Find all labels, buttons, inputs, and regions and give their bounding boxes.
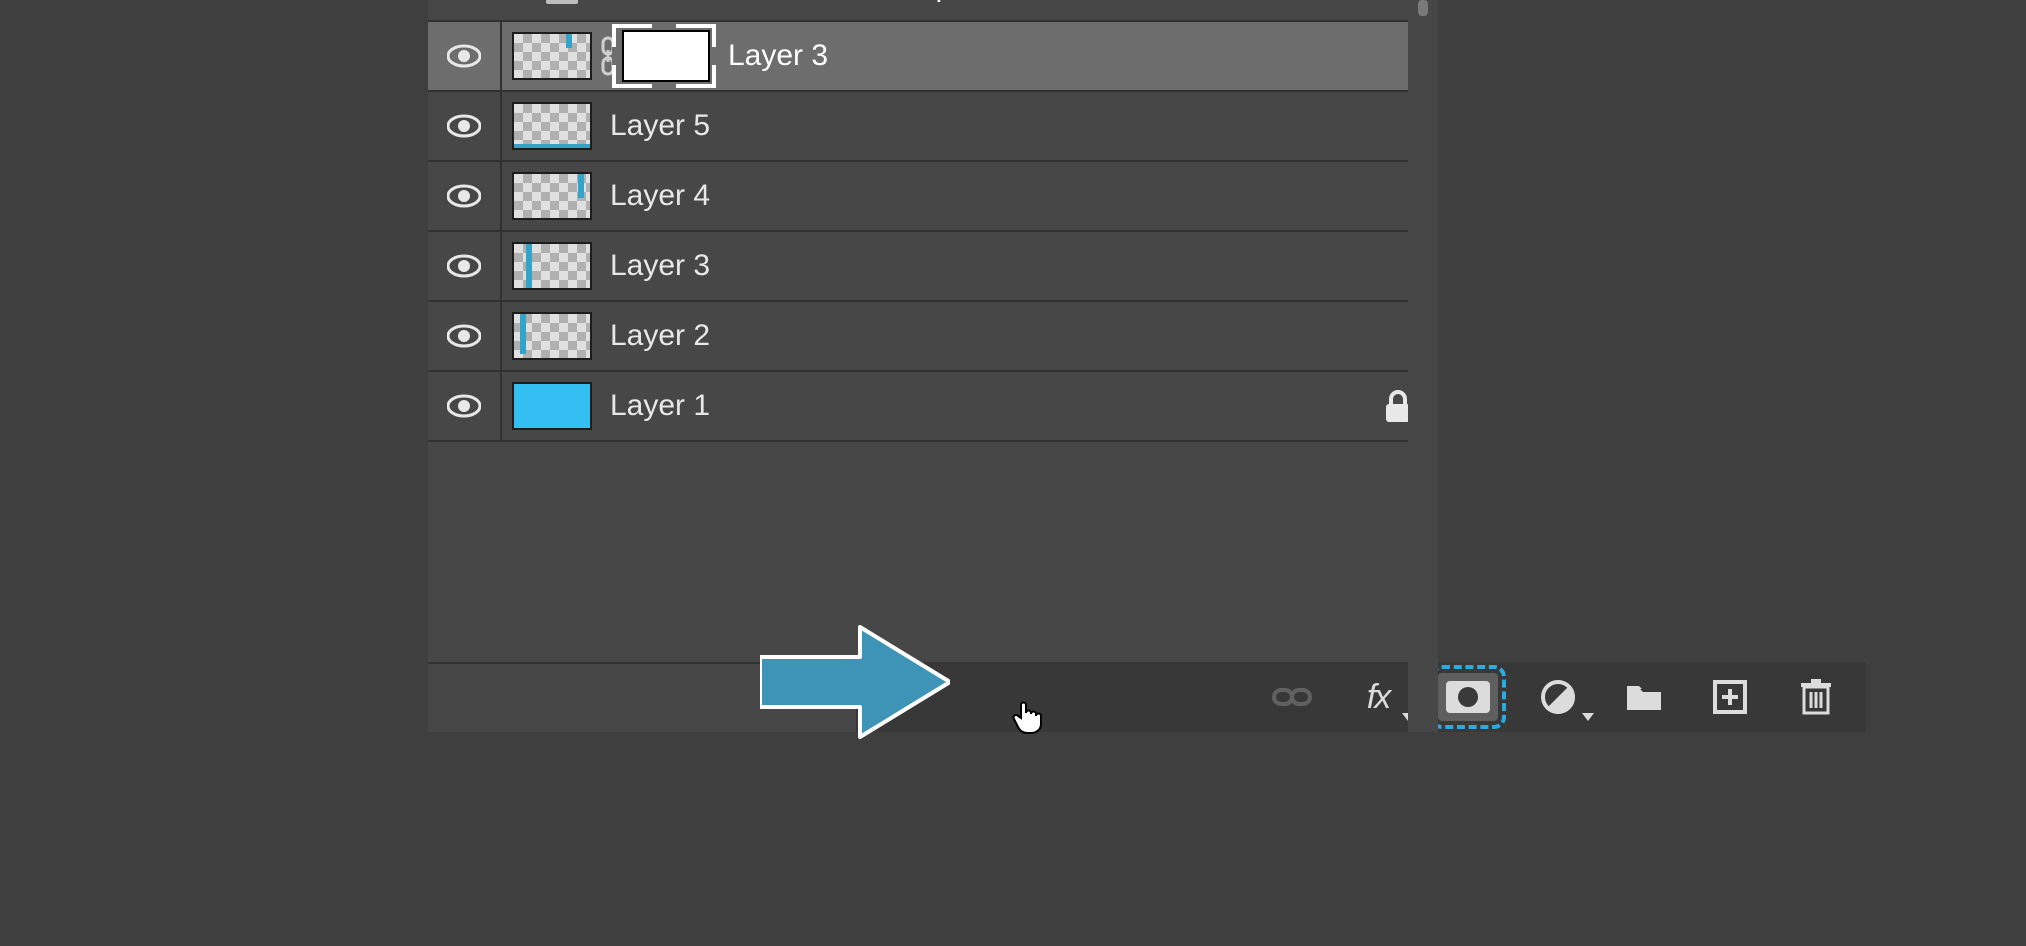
layers-panel-scrollbar[interactable] xyxy=(1408,0,1438,732)
layer-name[interactable]: Layer 4 xyxy=(610,179,1438,213)
layer-name[interactable]: Layer 1 xyxy=(610,389,1384,423)
trash-icon xyxy=(1800,679,1832,715)
fx-label: fx xyxy=(1367,678,1389,717)
link-icon xyxy=(1272,682,1312,712)
visibility-toggle[interactable] xyxy=(428,254,500,278)
layer-name[interactable]: Layer 3 xyxy=(728,39,1438,73)
layer-row-3[interactable]: Layer 3 xyxy=(428,232,1438,302)
visibility-toggle[interactable] xyxy=(428,184,500,208)
eye-icon xyxy=(447,114,481,138)
visibility-toggle[interactable] xyxy=(428,394,500,418)
layers-panel-toolbar: fx xyxy=(856,662,1866,732)
layers-panel: Introducción a Photoshop xyxy=(428,0,1438,732)
visibility-toggle[interactable] xyxy=(428,324,500,348)
layer-name[interactable]: Layer 2 xyxy=(610,319,1438,353)
layer-effects-button[interactable]: fx xyxy=(1352,671,1404,723)
eye-icon xyxy=(447,184,481,208)
new-group-button[interactable] xyxy=(1618,671,1670,723)
layer-mask-thumbnail[interactable] xyxy=(622,30,710,82)
adjustment-icon xyxy=(1540,679,1576,715)
layers-panel-empty-area xyxy=(428,442,1438,664)
layer-name[interactable]: Layer 3 xyxy=(610,249,1438,283)
eye-icon xyxy=(447,394,481,418)
add-layer-mask-button[interactable] xyxy=(1438,673,1498,721)
layer-group-header[interactable]: Introducción a Photoshop xyxy=(428,0,1438,22)
mask-icon xyxy=(1445,680,1491,714)
layer-group-name[interactable]: Introducción a Photoshop xyxy=(612,0,952,4)
layer-row-0[interactable]: Layer 3 xyxy=(428,22,1438,92)
layer-thumbnail[interactable] xyxy=(512,242,592,290)
visibility-toggle[interactable] xyxy=(428,114,500,138)
new-layer-icon xyxy=(1713,680,1747,714)
folder-icon xyxy=(546,0,578,4)
layer-row-2[interactable]: Layer 4 xyxy=(428,162,1438,232)
layer-thumbnail[interactable] xyxy=(512,172,592,220)
eye-icon xyxy=(447,44,481,68)
layer-thumbnail[interactable] xyxy=(512,102,592,150)
layer-name[interactable]: Layer 5 xyxy=(610,109,1438,143)
folder-icon xyxy=(1625,682,1663,712)
new-layer-button[interactable] xyxy=(1704,671,1756,723)
delete-layer-button[interactable] xyxy=(1790,671,1842,723)
layer-row-5[interactable]: Layer 1 xyxy=(428,372,1438,442)
eye-icon xyxy=(447,324,481,348)
visibility-toggle[interactable] xyxy=(428,44,500,68)
link-layers-button[interactable] xyxy=(1266,671,1318,723)
adjustment-layer-button[interactable] xyxy=(1532,671,1584,723)
layer-thumbnail[interactable] xyxy=(512,382,592,430)
eye-icon xyxy=(447,254,481,278)
layer-thumbnail[interactable] xyxy=(512,312,592,360)
dropdown-indicator-icon xyxy=(1582,713,1594,721)
layer-row-1[interactable]: Layer 5 xyxy=(428,92,1438,162)
layer-row-4[interactable]: Layer 2 xyxy=(428,302,1438,372)
link-icon xyxy=(598,36,618,76)
layer-thumbnail[interactable] xyxy=(512,32,592,80)
